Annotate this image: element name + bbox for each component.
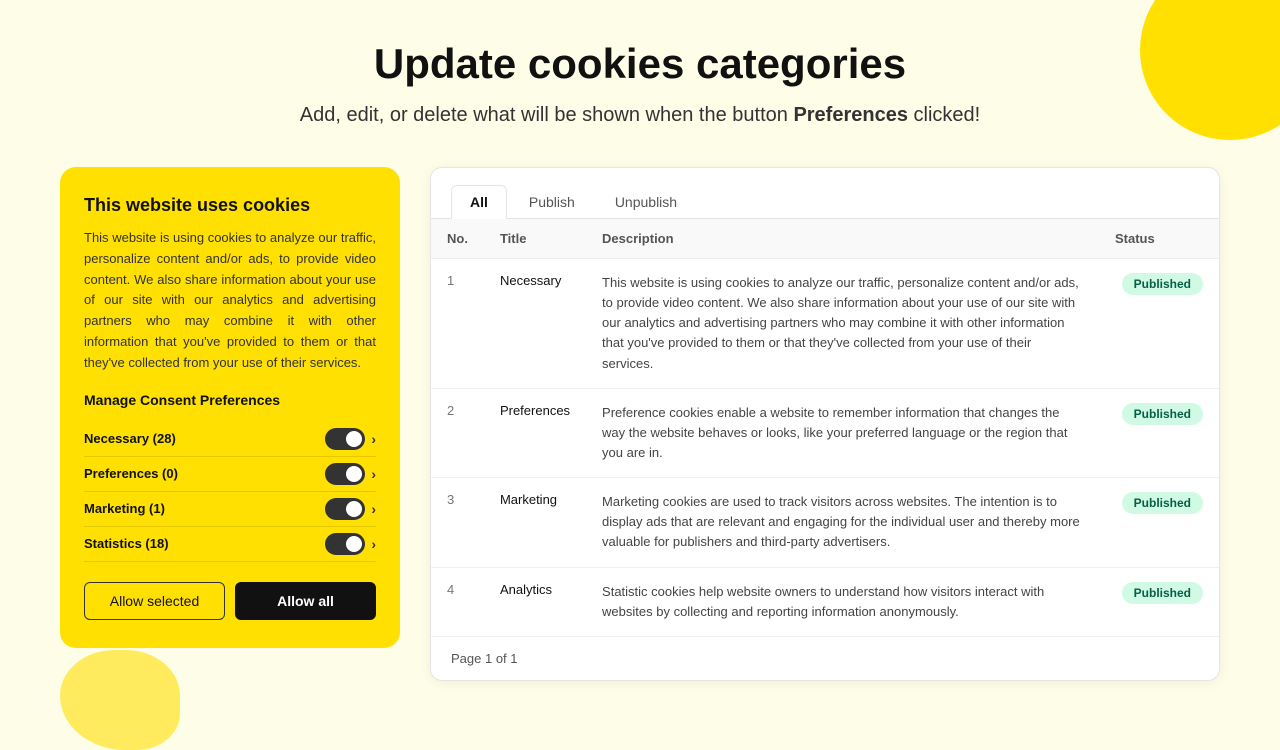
consent-controls-necessary: ›: [325, 428, 376, 450]
status-badge-2: Published: [1122, 403, 1203, 425]
page-subtitle: Add, edit, or delete what will be shown …: [20, 104, 1260, 127]
cookie-buttons: Allow selected Allow all: [84, 582, 376, 620]
status-badge-1: Published: [1122, 273, 1203, 295]
cell-status-1: Published: [1099, 259, 1219, 389]
consent-controls-preferences: ›: [325, 463, 376, 485]
pagination: Page 1 of 1: [431, 636, 1219, 680]
consent-item-marketing: Marketing (1) ›: [84, 492, 376, 527]
status-badge-4: Published: [1122, 582, 1203, 604]
consent-label-marketing: Marketing (1): [84, 501, 165, 516]
cell-description-1: This website is using cookies to analyze…: [586, 259, 1099, 389]
tab-publish[interactable]: Publish: [511, 185, 593, 219]
cell-no-4: 4: [431, 567, 484, 636]
categories-table-panel: All Publish Unpublish No. Title Descript…: [430, 167, 1220, 681]
subtitle-bold: Preferences: [793, 104, 908, 126]
allow-selected-button[interactable]: Allow selected: [84, 582, 225, 620]
consent-label-necessary: Necessary (28): [84, 431, 176, 446]
toggle-necessary[interactable]: [325, 428, 365, 450]
table-container: No. Title Description Status 1 Necessary…: [431, 219, 1219, 636]
toggle-marketing[interactable]: [325, 498, 365, 520]
cell-no-1: 1: [431, 259, 484, 389]
cell-title-4: Analytics: [484, 567, 586, 636]
cell-no-2: 2: [431, 388, 484, 477]
cookie-card-description: This website is using cookies to analyze…: [84, 228, 376, 374]
chevron-statistics[interactable]: ›: [371, 536, 376, 552]
cell-status-3: Published: [1099, 478, 1219, 567]
status-badge-3: Published: [1122, 492, 1203, 514]
consent-item-necessary: Necessary (28) ›: [84, 422, 376, 457]
toggle-statistics[interactable]: [325, 533, 365, 555]
cell-description-4: Statistic cookies help website owners to…: [586, 567, 1099, 636]
table-tabs: All Publish Unpublish: [431, 168, 1219, 219]
cell-title-2: Preferences: [484, 388, 586, 477]
cookie-card-title: This website uses cookies: [84, 195, 376, 216]
cell-description-3: Marketing cookies are used to track visi…: [586, 478, 1099, 567]
cookie-consent-card: This website uses cookies This website i…: [60, 167, 400, 648]
chevron-necessary[interactable]: ›: [371, 431, 376, 447]
decorative-blob-bottom-left: [60, 650, 180, 750]
table-row: 2 Preferences Preference cookies enable …: [431, 388, 1219, 477]
consent-item-statistics: Statistics (18) ›: [84, 527, 376, 562]
cell-no-3: 3: [431, 478, 484, 567]
subtitle-suffix: clicked!: [908, 104, 980, 126]
col-header-no: No.: [431, 219, 484, 259]
consent-label-preferences: Preferences (0): [84, 466, 178, 481]
table-row: 1 Necessary This website is using cookie…: [431, 259, 1219, 389]
col-header-status: Status: [1099, 219, 1219, 259]
cell-title-1: Necessary: [484, 259, 586, 389]
manage-consent-title: Manage Consent Preferences: [84, 392, 376, 408]
cell-title-3: Marketing: [484, 478, 586, 567]
chevron-preferences[interactable]: ›: [371, 466, 376, 482]
subtitle-prefix: Add, edit, or delete what will be shown …: [300, 104, 794, 126]
consent-item-preferences: Preferences (0) ›: [84, 457, 376, 492]
cell-status-2: Published: [1099, 388, 1219, 477]
consent-controls-statistics: ›: [325, 533, 376, 555]
page-title: Update cookies categories: [20, 40, 1260, 88]
consent-controls-marketing: ›: [325, 498, 376, 520]
cell-status-4: Published: [1099, 567, 1219, 636]
col-header-title: Title: [484, 219, 586, 259]
cell-description-2: Preference cookies enable a website to r…: [586, 388, 1099, 477]
main-content: This website uses cookies This website i…: [0, 147, 1280, 701]
toggle-preferences[interactable]: [325, 463, 365, 485]
table-row: 4 Analytics Statistic cookies help websi…: [431, 567, 1219, 636]
chevron-marketing[interactable]: ›: [371, 501, 376, 517]
allow-all-button[interactable]: Allow all: [235, 582, 376, 620]
tab-unpublish[interactable]: Unpublish: [597, 185, 695, 219]
col-header-description: Description: [586, 219, 1099, 259]
page-header: Update cookies categories Add, edit, or …: [0, 0, 1280, 147]
categories-table: No. Title Description Status 1 Necessary…: [431, 219, 1219, 636]
consent-label-statistics: Statistics (18): [84, 536, 169, 551]
tab-all[interactable]: All: [451, 185, 507, 219]
table-row: 3 Marketing Marketing cookies are used t…: [431, 478, 1219, 567]
table-header-row: No. Title Description Status: [431, 219, 1219, 259]
